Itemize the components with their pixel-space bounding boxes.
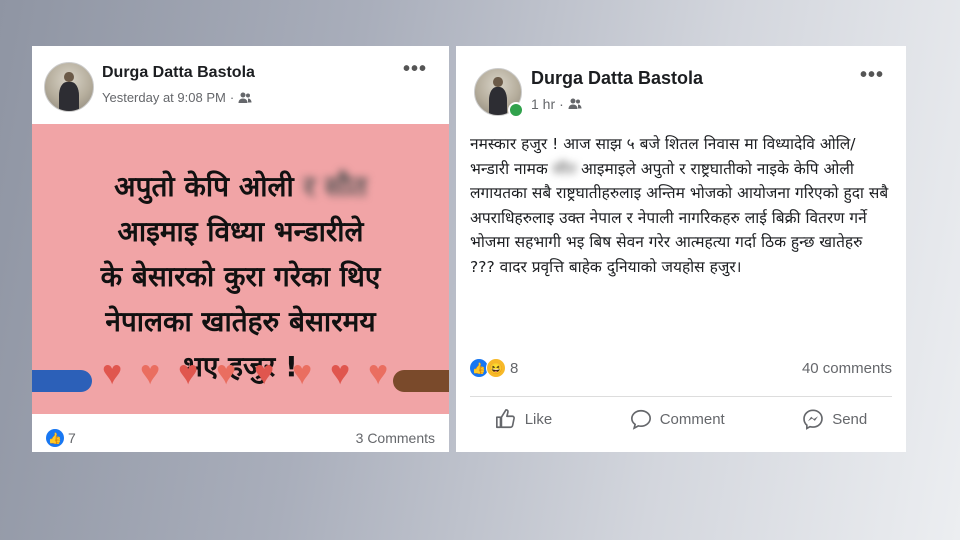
like-reaction-icon: 👍	[46, 429, 64, 447]
reaction-count: 8	[510, 359, 519, 377]
heart-icon: ♥	[178, 354, 199, 392]
heart-icon: ♥	[330, 354, 351, 392]
heart-icon: ♥	[368, 354, 389, 392]
author-avatar[interactable]	[44, 62, 94, 112]
messenger-icon	[803, 409, 823, 430]
banner-line: आइमाइ विध्या भन्डारीले	[117, 215, 364, 248]
comments-count[interactable]: 3 Comments	[356, 430, 435, 446]
comment-button[interactable]: Comment	[630, 408, 725, 430]
heart-icon: ♥	[140, 354, 161, 392]
banner-line: नेपालका खातेहरु बेसारमय	[105, 305, 376, 338]
reaction-count: 7	[68, 430, 76, 446]
heart-icon: ♥	[254, 354, 275, 392]
hearts-decoration: ♥ ♥ ♥ ♥ ♥ ♥ ♥ ♥	[32, 356, 449, 396]
hand-left-illustration	[32, 370, 92, 392]
post-timestamp[interactable]: Yesterday at 9:08 PM	[102, 90, 226, 105]
heart-icon: ♥	[102, 354, 123, 392]
reactions-summary[interactable]: 👍 7	[46, 429, 76, 447]
right-post-card: Durga Datta Bastola 1 hr · ••• नमस्कार ह…	[456, 46, 906, 452]
more-options-icon[interactable]: •••	[860, 64, 884, 87]
post-banner-image: अपुतो केपि ओली र सौत आइमाइ विध्या भन्डार…	[32, 124, 449, 414]
banner-line: अपुतो केपि ओली र सौत	[114, 170, 367, 203]
author-name[interactable]: Durga Datta Bastola	[531, 68, 703, 89]
post-timestamp[interactable]: 1 hr	[531, 96, 555, 112]
heart-icon: ♥	[216, 354, 237, 392]
friends-icon	[568, 98, 582, 109]
send-button[interactable]: Send	[802, 408, 867, 430]
reactions-summary[interactable]: 👍 😆 8	[470, 358, 518, 378]
banner-line: के बेसारको कुरा गरेका थिए	[100, 260, 381, 293]
post-meta: 1 hr ·	[531, 96, 582, 112]
blurred-word: सौत	[552, 159, 577, 178]
hand-right-illustration	[393, 370, 449, 392]
left-post-card: Durga Datta Bastola Yesterday at 9:08 PM…	[32, 46, 449, 452]
comment-icon	[630, 409, 651, 430]
divider	[470, 396, 892, 397]
heart-icon: ♥	[292, 354, 313, 392]
online-status-dot	[508, 102, 524, 118]
post-text: नमस्कार हजुर ! आज साझ ५ बजे शितल निवास म…	[470, 135, 889, 276]
thumbs-up-icon	[495, 409, 515, 429]
comments-count[interactable]: 40 comments	[802, 360, 892, 377]
like-button[interactable]: Like	[495, 408, 552, 430]
blurred-word: र सौत	[303, 170, 367, 203]
friends-icon	[238, 92, 252, 103]
more-options-icon[interactable]: •••	[403, 58, 427, 81]
post-meta: Yesterday at 9:08 PM ·	[102, 90, 252, 105]
haha-reaction-icon: 😆	[486, 358, 506, 378]
author-name[interactable]: Durga Datta Bastola	[102, 64, 255, 82]
post-actions: Like Comment Send	[456, 408, 906, 430]
